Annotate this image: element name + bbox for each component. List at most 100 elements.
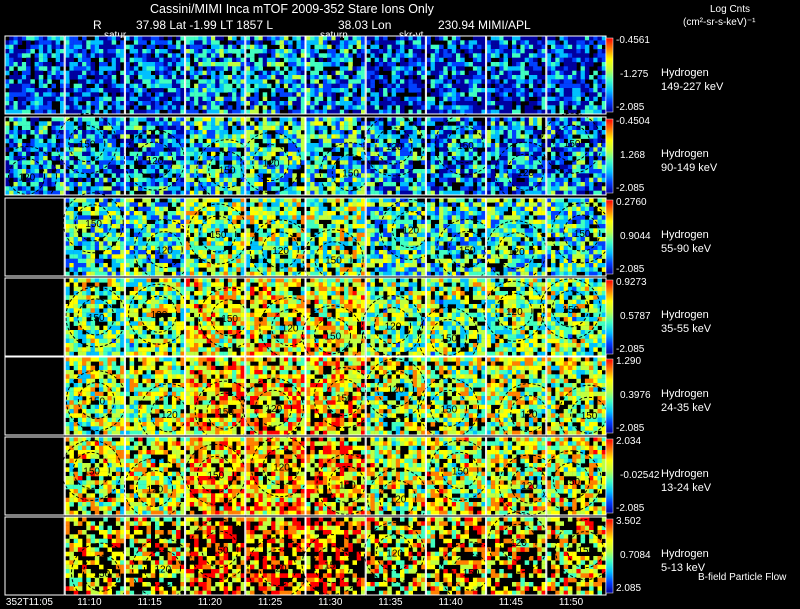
pixel bbox=[555, 121, 560, 126]
pixel bbox=[13, 169, 18, 174]
pixel bbox=[211, 267, 216, 272]
pixel bbox=[99, 206, 104, 212]
pixel bbox=[111, 96, 117, 102]
pixel bbox=[520, 70, 525, 76]
pixel bbox=[378, 101, 384, 106]
pixel bbox=[215, 40, 220, 45]
pixel bbox=[155, 228, 160, 233]
pixel bbox=[111, 206, 117, 212]
pixel bbox=[65, 40, 70, 45]
pixel bbox=[322, 36, 328, 41]
pixel bbox=[77, 224, 83, 229]
pixel bbox=[387, 156, 392, 161]
pixel bbox=[258, 40, 263, 45]
pixel bbox=[516, 36, 521, 41]
pixel bbox=[331, 173, 336, 178]
pixel bbox=[86, 198, 91, 203]
pixel bbox=[383, 164, 388, 170]
pixel bbox=[125, 125, 130, 131]
pixel bbox=[443, 138, 448, 144]
pixel bbox=[189, 173, 195, 178]
pixel bbox=[43, 173, 48, 178]
pixel bbox=[250, 219, 255, 225]
pixel bbox=[499, 92, 504, 97]
pixel bbox=[30, 36, 35, 41]
pixel bbox=[366, 66, 371, 71]
pixel bbox=[198, 125, 203, 131]
pixel bbox=[223, 121, 229, 126]
pixel bbox=[227, 134, 233, 139]
pixel bbox=[38, 121, 44, 126]
pixel bbox=[387, 57, 392, 63]
pixel bbox=[292, 62, 297, 67]
pixel bbox=[387, 53, 392, 58]
pixel bbox=[227, 44, 233, 50]
pixel bbox=[430, 186, 436, 191]
pixel bbox=[69, 186, 74, 191]
pixel bbox=[185, 151, 191, 157]
pixel bbox=[5, 44, 10, 50]
pixel bbox=[331, 40, 336, 45]
pixel bbox=[138, 75, 143, 80]
pixel bbox=[283, 57, 289, 63]
pixel bbox=[176, 160, 181, 165]
pixel bbox=[593, 147, 598, 152]
pixel bbox=[159, 202, 164, 207]
pixel bbox=[283, 138, 289, 144]
pixel bbox=[451, 160, 457, 165]
pixel bbox=[597, 169, 602, 174]
pixel bbox=[559, 96, 564, 102]
pixel bbox=[43, 36, 48, 41]
pixel bbox=[512, 177, 517, 183]
pixel bbox=[537, 96, 542, 102]
pixel bbox=[477, 57, 482, 63]
pixel bbox=[400, 88, 405, 93]
pixel bbox=[129, 92, 135, 97]
pixel bbox=[391, 130, 397, 135]
pixel bbox=[275, 96, 280, 102]
pixel bbox=[90, 70, 96, 76]
pixel bbox=[366, 57, 371, 63]
pixel bbox=[236, 202, 241, 207]
pixel bbox=[477, 105, 482, 110]
pixel bbox=[412, 169, 418, 174]
pixel bbox=[563, 83, 569, 89]
pixel bbox=[412, 53, 418, 58]
pixel bbox=[159, 36, 164, 41]
pixel bbox=[194, 258, 199, 264]
pixel bbox=[73, 151, 79, 157]
pixel bbox=[219, 130, 224, 135]
pixel bbox=[271, 96, 276, 102]
pixel bbox=[468, 177, 474, 183]
pixel bbox=[103, 198, 108, 203]
pixel bbox=[99, 57, 104, 63]
pixel bbox=[275, 101, 280, 106]
pixel bbox=[215, 101, 220, 106]
pixel bbox=[339, 49, 345, 54]
pixel bbox=[171, 70, 177, 76]
colorbar bbox=[605, 37, 614, 113]
pixel bbox=[339, 53, 345, 58]
pixel bbox=[551, 151, 556, 157]
pixel bbox=[73, 219, 79, 225]
pixel bbox=[38, 96, 44, 102]
pixel bbox=[339, 40, 345, 45]
pixel bbox=[327, 36, 332, 41]
pixel bbox=[202, 49, 207, 54]
pixel bbox=[533, 138, 538, 144]
pixel bbox=[77, 62, 83, 67]
pixel bbox=[163, 237, 168, 242]
pixel bbox=[73, 254, 79, 259]
pixel bbox=[26, 70, 31, 76]
pixel bbox=[370, 36, 375, 41]
pixel bbox=[125, 92, 130, 97]
pixel bbox=[370, 147, 375, 152]
pixel bbox=[202, 70, 207, 76]
pixel bbox=[13, 186, 18, 191]
pixel bbox=[82, 182, 87, 187]
pixel bbox=[77, 182, 83, 187]
pixel bbox=[215, 44, 220, 50]
pixel bbox=[150, 228, 156, 233]
pixel bbox=[34, 117, 40, 122]
pixel bbox=[236, 75, 241, 80]
